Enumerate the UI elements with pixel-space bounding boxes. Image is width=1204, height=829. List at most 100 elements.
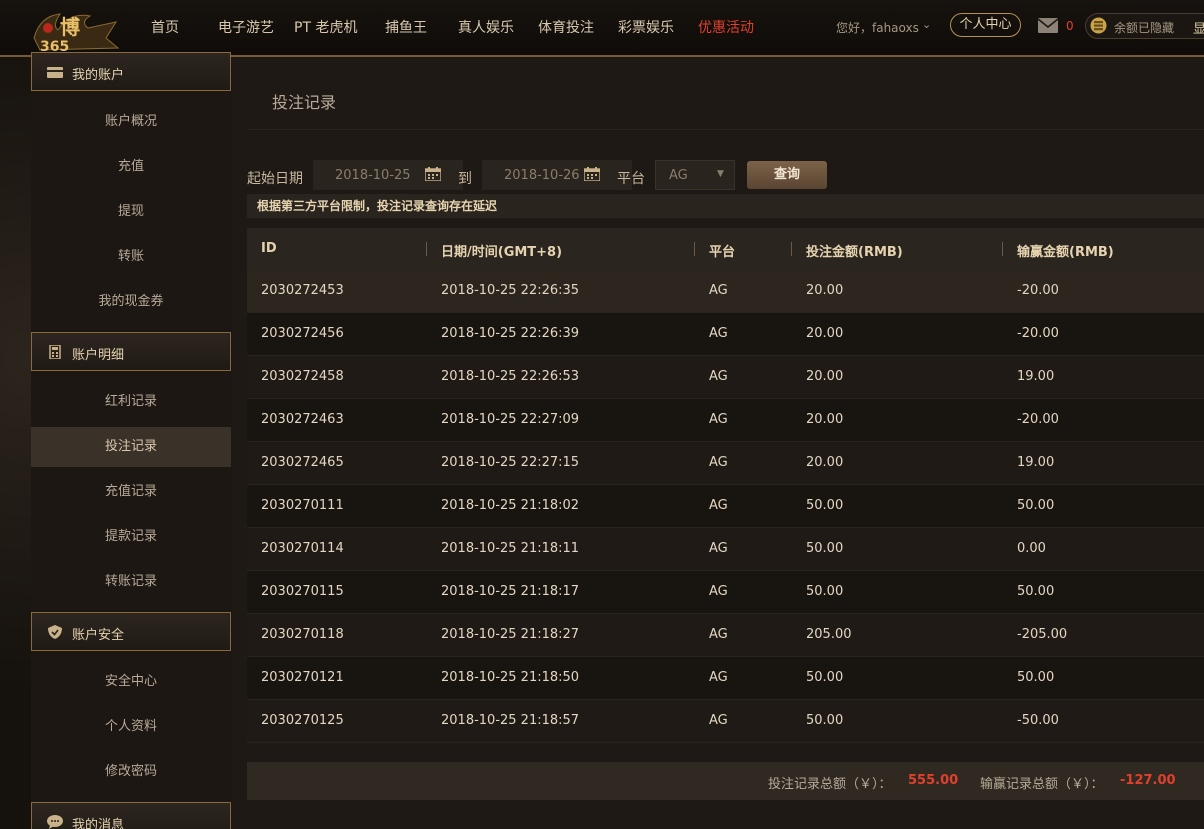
nav-sports[interactable]: 体育投注 (538, 17, 594, 37)
nav-promotions[interactable]: 优惠活动 (698, 17, 754, 37)
sidebar-section-label: 我的账户 (72, 68, 125, 83)
chat-icon (47, 815, 63, 829)
column-divider (694, 242, 695, 256)
cell-id: 2030272453 (261, 283, 344, 298)
table-row: 2030272453 2018-10-25 22:26:35 AG 20.00 -20.… (247, 270, 1204, 313)
nav-egames[interactable]: 电子游艺 (218, 17, 274, 37)
sidebar-item-deposit[interactable]: 充值 (31, 147, 231, 187)
nav-live-casino[interactable]: 真人娱乐 (458, 17, 514, 37)
show-balance-button[interactable]: 显 (1193, 18, 1204, 37)
cell-bet-amount: 20.00 (806, 455, 844, 470)
cell-platform: AG (709, 584, 728, 599)
sidebar-item-transfer[interactable]: 转账 (31, 237, 231, 277)
cell-bet-amount: 20.00 (806, 283, 844, 298)
end-date-input[interactable] (482, 160, 632, 190)
table-row: 2030272465 2018-10-25 22:27:15 AG 20.00 19.0… (247, 442, 1204, 485)
cell-platform: AG (709, 369, 728, 384)
mail-count-badge: 0 (1066, 19, 1074, 33)
sidebar-item-profile[interactable]: 个人资料 (31, 707, 231, 747)
site-logo[interactable]: 博 365 (30, 8, 122, 54)
sidebar-section-my-messages[interactable]: 我的消息 (31, 802, 231, 829)
table-row: 2030270125 2018-10-25 21:18:57 AG 50.00 -50.… (247, 700, 1204, 743)
balance-text: 余额已隐藏 (1114, 21, 1175, 35)
sidebar-item-withdraw-records[interactable]: 提款记录 (31, 517, 231, 557)
to-label: 到 (458, 171, 472, 187)
sidebar-section-account-details[interactable]: 账户明细 (31, 332, 231, 371)
cell-win-loss: 0.00 (1017, 541, 1046, 556)
col-id: ID (261, 241, 277, 256)
cell-win-loss: -50.00 (1017, 713, 1059, 728)
cell-win-loss: 19.00 (1017, 455, 1055, 470)
cell-datetime: 2018-10-25 22:26:53 (441, 369, 580, 384)
sidebar-section-label: 我的消息 (72, 818, 125, 829)
nav-home[interactable]: 首页 (151, 17, 179, 37)
sidebar-item-transfer-records[interactable]: 转账记录 (31, 562, 231, 602)
cell-datetime: 2018-10-25 22:27:15 (441, 455, 580, 470)
col-datetime: 日期/时间(GMT+8) (441, 245, 563, 260)
platform-select[interactable]: AG ▼ (655, 160, 735, 190)
calendar-icon[interactable] (584, 167, 600, 181)
cell-datetime: 2018-10-25 22:27:09 (441, 412, 580, 427)
nav-lottery[interactable]: 彩票娱乐 (618, 17, 674, 37)
personal-center-button[interactable]: 个人中心 (950, 13, 1021, 37)
bet-total-label: 投注记录总额（￥）： (768, 777, 892, 792)
sidebar-section-label: 账户明细 (72, 348, 125, 363)
cell-datetime: 2018-10-25 21:18:11 (441, 541, 580, 556)
cell-platform: AG (709, 713, 728, 728)
start-date-label: 起始日期 (247, 171, 303, 187)
cell-platform: AG (709, 541, 728, 556)
cell-datetime: 2018-10-25 21:18:27 (441, 627, 580, 642)
cell-bet-amount: 205.00 (806, 627, 852, 642)
sidebar-item-bonus-records[interactable]: 红利记录 (31, 382, 231, 422)
sidebar-section-account-security[interactable]: 账户安全 (31, 612, 231, 651)
table-row: 2030270118 2018-10-25 21:18:27 AG 205.00 -20… (247, 614, 1204, 657)
coin-icon (1090, 17, 1107, 34)
delay-notice: 根据第三方平台限制，投注记录查询存在延迟 (247, 194, 1204, 218)
cell-win-loss: 50.00 (1017, 670, 1055, 685)
cell-datetime: 2018-10-25 22:26:39 (441, 326, 580, 341)
table-row: 2030270115 2018-10-25 21:18:17 AG 50.00 50.0… (247, 571, 1204, 614)
cell-platform: AG (709, 326, 728, 341)
calendar-icon[interactable] (425, 167, 441, 181)
column-divider (791, 242, 792, 256)
sidebar-item-security-center[interactable]: 安全中心 (31, 662, 231, 702)
cell-win-loss: 50.00 (1017, 498, 1055, 513)
divider (247, 129, 1204, 130)
winloss-total-value: -127.00 (1120, 773, 1176, 788)
cell-bet-amount: 20.00 (806, 369, 844, 384)
nav-fishing[interactable]: 捕鱼王 (385, 17, 427, 37)
table-row: 2030270121 2018-10-25 21:18:50 AG 50.00 50.0… (247, 657, 1204, 700)
nav-pt-slots[interactable]: PT 老虎机 (294, 17, 357, 37)
sidebar-item-account-overview[interactable]: 账户概况 (31, 102, 231, 142)
sidebar: 我的账户 账户概况 充值 提现 转账 我的现金券 账户明细 红利记录 投注记录 … (31, 52, 232, 829)
user-greeting[interactable]: 您好，fahaoxs (836, 19, 919, 36)
cell-bet-amount: 50.00 (806, 541, 844, 556)
col-bet-amount: 投注金额(RMB) (806, 245, 903, 260)
chevron-down-icon[interactable]: ⌄ (922, 18, 931, 31)
cell-bet-amount: 50.00 (806, 584, 844, 599)
column-divider (1002, 242, 1003, 256)
bet-total-value: 555.00 (908, 773, 959, 788)
cell-datetime: 2018-10-25 22:26:35 (441, 283, 580, 298)
sidebar-item-change-password[interactable]: 修改密码 (31, 752, 231, 792)
cell-win-loss: -205.00 (1017, 627, 1068, 642)
cell-bet-amount: 50.00 (806, 498, 844, 513)
cell-bet-amount: 20.00 (806, 412, 844, 427)
cell-win-loss: -20.00 (1017, 283, 1059, 298)
cell-bet-amount: 50.00 (806, 713, 844, 728)
sidebar-item-deposit-records[interactable]: 充值记录 (31, 472, 231, 512)
sidebar-section-my-account[interactable]: 我的账户 (31, 52, 231, 91)
table-row: 2030272456 2018-10-25 22:26:39 AG 20.00 -20.… (247, 313, 1204, 356)
chevron-down-icon: ▼ (717, 169, 724, 179)
sidebar-item-bet-records[interactable]: 投注记录 (31, 427, 231, 467)
col-platform: 平台 (709, 245, 736, 260)
table-row: 2030270114 2018-10-25 21:18:11 AG 50.00 0.00 (247, 528, 1204, 571)
cell-platform: AG (709, 627, 728, 642)
cell-platform: AG (709, 670, 728, 685)
mail-icon[interactable] (1038, 18, 1058, 33)
sidebar-item-withdraw[interactable]: 提现 (31, 192, 231, 232)
query-button[interactable]: 查询 (747, 161, 827, 189)
sidebar-item-cash-coupons[interactable]: 我的现金券 (31, 282, 231, 322)
cell-win-loss: -20.00 (1017, 412, 1059, 427)
cell-id: 2030272465 (261, 455, 344, 470)
